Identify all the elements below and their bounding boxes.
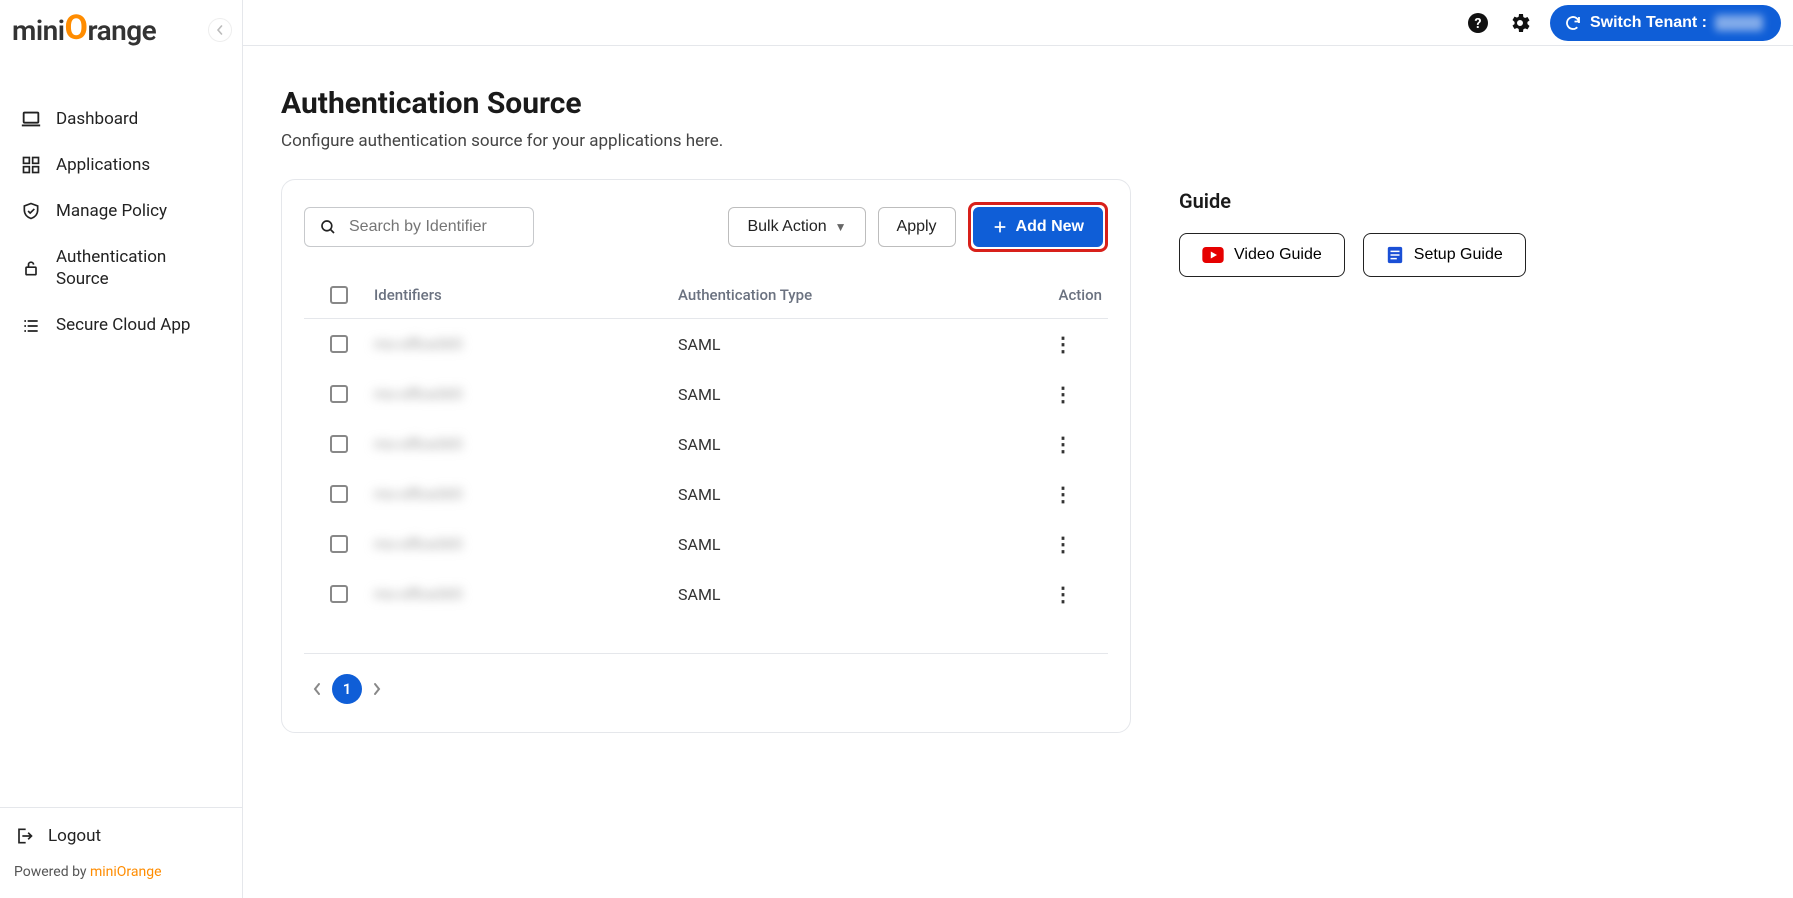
row-checkbox[interactable] (330, 435, 348, 453)
logout-button[interactable]: Logout (0, 808, 242, 854)
lock-icon (20, 258, 42, 278)
main: ? Switch Tenant : Authentication Source … (243, 0, 1793, 898)
page-next[interactable] (372, 682, 382, 696)
settings-button[interactable] (1508, 11, 1532, 35)
row-action-menu[interactable]: ⋮ (1018, 482, 1108, 506)
setup-guide-button[interactable]: Setup Guide (1363, 233, 1526, 277)
table-row: mo-office365SAML⋮ (304, 319, 1108, 369)
auth-type-value: SAML (678, 335, 1018, 354)
sidebar-item-dashboard[interactable]: Dashboard (0, 96, 242, 142)
identifier-blurred: mo-office365 (374, 585, 678, 603)
row-action-menu[interactable]: ⋮ (1018, 532, 1108, 556)
row-action-menu[interactable]: ⋮ (1018, 432, 1108, 456)
table-row: mo-office365SAML⋮ (304, 569, 1108, 619)
sidebar-item-label: Authentication Source (56, 246, 206, 290)
pagination: 1 (304, 654, 1108, 704)
add-new-button[interactable]: Add New (973, 207, 1103, 247)
plus-icon (992, 219, 1008, 235)
table-header: Identifiers Authentication Type Action (304, 274, 1108, 319)
page-title: Authentication Source (281, 86, 1755, 121)
table-row: mo-office365SAML⋮ (304, 419, 1108, 469)
sidebar-item-manage-policy[interactable]: Manage Policy (0, 188, 242, 234)
table-rows: mo-office365SAML⋮mo-office365SAML⋮mo-off… (304, 319, 1108, 619)
sidebar: miniOrange Dashboard Applications (0, 0, 243, 898)
row-checkbox[interactable] (330, 385, 348, 403)
row-action-menu[interactable]: ⋮ (1018, 582, 1108, 606)
table-row: mo-office365SAML⋮ (304, 519, 1108, 569)
document-icon (1386, 246, 1404, 264)
switch-tenant-label: Switch Tenant : (1590, 14, 1707, 32)
row-checkbox[interactable] (330, 335, 348, 353)
search-input-wrap (304, 207, 534, 247)
sidebar-item-label: Applications (56, 154, 150, 176)
sidebar-item-authentication-source[interactable]: Authentication Source (0, 234, 242, 302)
auth-type-value: SAML (678, 435, 1018, 454)
help-button[interactable]: ? (1466, 11, 1490, 35)
sidebar-collapse-button[interactable] (208, 18, 232, 42)
sidebar-item-label: Secure Cloud App (56, 314, 190, 336)
logout-label: Logout (48, 826, 101, 846)
sync-icon (1564, 14, 1582, 32)
svg-text:?: ? (1474, 16, 1481, 32)
grid-icon (20, 155, 42, 175)
add-new-highlight: Add New (968, 202, 1108, 252)
shield-icon (20, 201, 42, 221)
row-action-menu[interactable]: ⋮ (1018, 382, 1108, 406)
row-action-menu[interactable]: ⋮ (1018, 332, 1108, 356)
switch-tenant-button[interactable]: Switch Tenant : (1550, 5, 1781, 41)
col-auth-type: Authentication Type (678, 286, 1018, 304)
video-guide-button[interactable]: Video Guide (1179, 233, 1345, 277)
tenant-name-blurred (1715, 15, 1763, 31)
col-identifiers: Identifiers (374, 286, 678, 304)
logout-icon (14, 826, 34, 846)
guide-panel: Guide Video Guide Setup Guid (1179, 179, 1526, 733)
row-checkbox[interactable] (330, 535, 348, 553)
auth-source-panel: Bulk Action ▼ Apply Add New (281, 179, 1131, 733)
row-checkbox[interactable] (330, 485, 348, 503)
sidebar-item-secure-cloud-app[interactable]: Secure Cloud App (0, 302, 242, 348)
select-all-checkbox[interactable] (330, 286, 348, 304)
search-input[interactable] (349, 218, 519, 236)
sidebar-nav: Dashboard Applications Manage Policy Aut… (0, 60, 242, 807)
laptop-icon (20, 108, 42, 130)
auth-type-value: SAML (678, 385, 1018, 404)
auth-type-value: SAML (678, 535, 1018, 554)
youtube-icon (1202, 247, 1224, 263)
search-icon (319, 218, 337, 236)
page-prev[interactable] (312, 682, 322, 696)
topbar: ? Switch Tenant : (243, 0, 1793, 46)
table-row: mo-office365SAML⋮ (304, 369, 1108, 419)
auth-type-value: SAML (678, 485, 1018, 504)
identifier-blurred: mo-office365 (374, 435, 678, 453)
page-subtitle: Configure authentication source for your… (281, 131, 1755, 151)
row-checkbox[interactable] (330, 585, 348, 603)
sidebar-item-label: Manage Policy (56, 200, 167, 222)
bulk-action-dropdown[interactable]: Bulk Action ▼ (728, 207, 865, 247)
guide-title: Guide (1179, 189, 1526, 213)
list-icon (20, 316, 42, 336)
sidebar-item-applications[interactable]: Applications (0, 142, 242, 188)
auth-type-value: SAML (678, 585, 1018, 604)
sidebar-item-label: Dashboard (56, 108, 138, 130)
table-row: mo-office365SAML⋮ (304, 469, 1108, 519)
apply-button[interactable]: Apply (878, 207, 956, 247)
page-current[interactable]: 1 (332, 674, 362, 704)
identifier-blurred: mo-office365 (374, 485, 678, 503)
powered-by: Powered by miniOrange (0, 854, 242, 898)
col-action: Action (1018, 286, 1108, 304)
brand-logo: miniOrange (12, 10, 156, 50)
identifier-blurred: mo-office365 (374, 385, 678, 403)
identifier-blurred: mo-office365 (374, 535, 678, 553)
chevron-down-icon: ▼ (835, 220, 847, 234)
powered-link[interactable]: miniOrange (90, 864, 162, 880)
identifier-blurred: mo-office365 (374, 335, 678, 353)
